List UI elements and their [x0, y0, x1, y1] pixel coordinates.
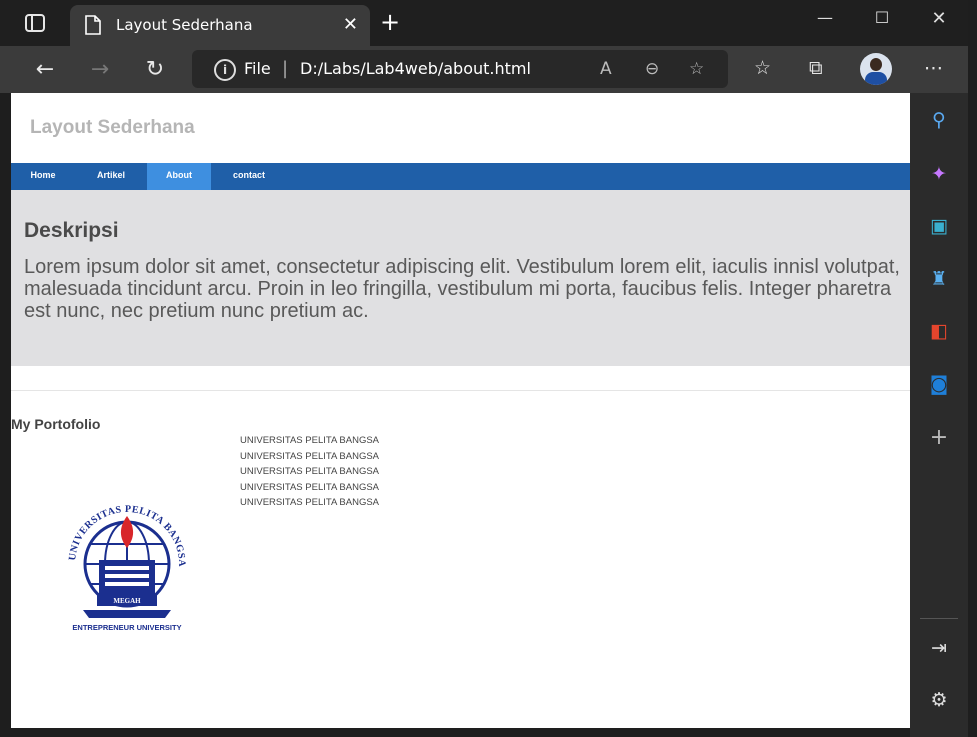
search-icon[interactable]: ⚲	[928, 109, 950, 131]
list-item: UNIVERSITAS PELITA BANGSA	[240, 466, 380, 477]
nav-about[interactable]: About	[147, 163, 211, 190]
add-icon[interactable]: +	[928, 427, 950, 449]
address-separator: |	[282, 58, 289, 79]
nav-home[interactable]: Home	[11, 163, 75, 190]
page-icon	[85, 15, 101, 35]
hide-sidebar-icon[interactable]: ⇥	[928, 637, 950, 659]
refresh-icon[interactable]: ↻	[141, 56, 169, 84]
outlook-icon[interactable]: ◙	[928, 373, 950, 395]
minimize-icon[interactable]: —	[805, 8, 845, 32]
collections-icon[interactable]: ⧉	[809, 57, 823, 79]
tab-title: Layout Sederhana	[116, 16, 253, 34]
scheme-label: File	[244, 59, 271, 78]
browser-tab[interactable]: Layout Sederhana ✕	[70, 5, 370, 46]
office-icon[interactable]: ◧	[928, 320, 950, 342]
list-item: UNIVERSITAS PELITA BANGSA	[240, 450, 380, 462]
divider	[11, 390, 910, 391]
list-item: UNIVERSITAS PELITA BANGSA	[240, 481, 380, 493]
background-window	[968, 0, 977, 737]
site-header: Layout Sederhana	[11, 93, 910, 163]
logo-bottom-text: ENTREPRENEUR UNIVERSITY	[72, 623, 181, 632]
nav-artikel[interactable]: Artikel	[75, 163, 147, 190]
settings-icon[interactable]: ⚙	[928, 689, 950, 711]
copilot-icon[interactable]: ✦	[928, 163, 950, 185]
tools-icon[interactable]: ▣	[928, 215, 950, 237]
info-icon[interactable]: i	[214, 59, 236, 81]
avatar[interactable]	[860, 53, 892, 85]
site-nav: Home Artikel About contact	[11, 163, 910, 190]
list-item: UNIVERSITAS PELITA BANGSA	[240, 497, 380, 508]
favorites-icon[interactable]: ☆	[754, 57, 771, 79]
web-page: Layout Sederhana Home Artikel About cont…	[11, 93, 910, 728]
hero-text: Lorem ipsum dolor sit amet, consectetur …	[24, 256, 900, 322]
site-title: Layout Sederhana	[30, 117, 195, 138]
sidebar-divider	[920, 618, 958, 619]
university-logo: UNIVERSITAS PELITA BANGSA MEGAH ENTREPRE…	[67, 504, 187, 632]
zoom-out-icon[interactable]: ⊖	[645, 59, 659, 79]
maximize-icon[interactable]: ☐	[862, 8, 902, 32]
add-favorite-icon[interactable]: ☆	[689, 59, 704, 79]
tab-actions-icon[interactable]	[24, 12, 46, 34]
close-window-icon[interactable]: ✕	[919, 8, 959, 32]
browser-toolbar: ← → ↻ i File | D:/Labs/Lab4web/about.htm…	[0, 46, 977, 93]
list-item: UNIVERSITAS PELITA BANGSA	[240, 435, 380, 446]
hero-title: Deskripsi	[24, 219, 119, 242]
url-text[interactable]: D:/Labs/Lab4web/about.html	[300, 59, 531, 78]
close-icon[interactable]: ✕	[343, 14, 358, 35]
back-icon[interactable]: ←	[31, 56, 59, 84]
browser-window: Layout Sederhana ✕ + — ☐ ✕ ← → ↻ i File …	[0, 0, 977, 737]
portfolio-title: My Portofolio	[11, 416, 101, 432]
university-list: UNIVERSITAS PELITA BANGSA UNIVERSITAS PE…	[240, 433, 379, 511]
plus-icon[interactable]: +	[380, 10, 400, 34]
address-bar[interactable]: i File | D:/Labs/Lab4web/about.html A ⊖ …	[192, 50, 728, 88]
nav-contact[interactable]: contact	[211, 163, 287, 190]
more-icon[interactable]: ⋯	[924, 57, 943, 79]
background-window-bottom	[0, 728, 910, 737]
games-icon[interactable]: ♜	[928, 268, 950, 290]
edge-sidebar: ⚲ ✦ ▣ ♜ ◧ ◙ + ⇥ ⚙	[910, 93, 968, 737]
read-aloud-icon[interactable]: A	[600, 59, 612, 79]
forward-icon[interactable]: →	[86, 56, 114, 84]
title-bar: Layout Sederhana ✕ + — ☐ ✕	[0, 0, 977, 46]
hero-section: Deskripsi Lorem ipsum dolor sit amet, co…	[11, 190, 910, 366]
logo-band-text: MEGAH	[113, 597, 141, 605]
